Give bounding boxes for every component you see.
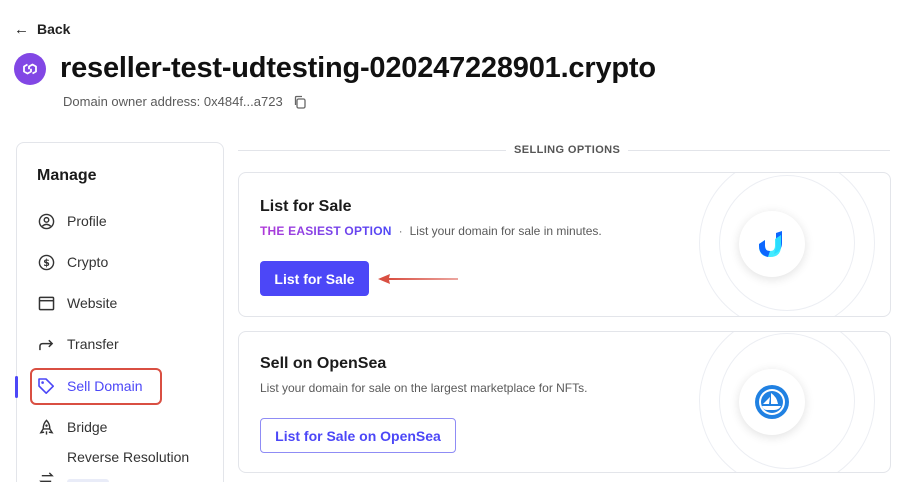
back-label: Back	[37, 21, 71, 37]
user-circle-icon	[37, 212, 55, 230]
opensea-description: List your domain for sale on the largest…	[260, 381, 588, 395]
sidebar-item-profile[interactable]: Profile	[37, 207, 107, 235]
sidebar-item-label: Crypto	[67, 254, 109, 270]
list-on-opensea-button[interactable]: List for Sale on OpenSea	[260, 418, 456, 453]
sidebar-item-reverse-resolution[interactable]: Reverse Resolution	[37, 449, 189, 482]
copy-icon[interactable]	[293, 95, 307, 109]
annotation-arrow-icon	[378, 274, 458, 284]
opensea-title: Sell on OpenSea	[260, 355, 387, 372]
sidebar-item-label: Website	[67, 295, 118, 311]
sidebar-item-transfer[interactable]: Transfer	[37, 330, 119, 358]
sidebar-item-label: Transfer	[67, 336, 119, 352]
list-for-sale-title: List for Sale	[260, 198, 352, 215]
list-for-sale-card: List for Sale THE EASIEST OPTION · List …	[238, 172, 891, 317]
owner-address-row: Domain owner address: 0x484f...a723	[63, 94, 307, 109]
arrow-left-icon: ←	[14, 20, 29, 38]
browser-window-icon	[37, 294, 55, 312]
opensea-card: Sell on OpenSea List your domain for sal…	[238, 331, 891, 473]
dollar-circle-icon: $	[37, 253, 55, 271]
selling-options-label: SELLING OPTIONS	[506, 144, 629, 156]
svg-text:$: $	[43, 258, 50, 269]
active-indicator	[15, 376, 18, 398]
sidebar-heading: Manage	[37, 167, 97, 184]
owner-address-label: Domain owner address: 0x484f...a723	[63, 94, 283, 109]
easiest-option-tag: THE EASIEST OPTION	[260, 224, 392, 238]
arrow-share-icon	[37, 335, 55, 353]
sidebar-item-bridge[interactable]: Bridge	[37, 413, 107, 441]
page-title: reseller-test-udtesting-020247228901.cry…	[60, 52, 656, 84]
sidebar-item-label: Profile	[67, 213, 107, 229]
unstoppable-domains-logo-icon	[739, 211, 805, 277]
list-for-sale-button[interactable]: List for Sale	[260, 261, 369, 296]
manage-sidebar: Manage Profile $ Crypto Website Transfer…	[15, 142, 224, 482]
sidebar-item-website[interactable]: Website	[37, 289, 117, 317]
polygon-icon	[14, 52, 46, 85]
sell-domain-highlight	[30, 368, 162, 405]
opensea-logo-icon	[739, 369, 805, 435]
sidebar-item-label: Reverse Resolution	[67, 449, 190, 465]
rocket-icon	[37, 418, 55, 436]
page-header: reseller-test-udtesting-020247228901.cry…	[14, 52, 656, 85]
sidebar-item-label: Bridge	[67, 419, 108, 435]
list-for-sale-subtitle: THE EASIEST OPTION · List your domain fo…	[260, 224, 602, 238]
sidebar-item-crypto[interactable]: $ Crypto	[37, 248, 108, 276]
list-for-sale-description: List your domain for sale in minutes.	[409, 224, 602, 238]
separator-dot: ·	[398, 224, 403, 238]
back-link[interactable]: ← Back	[14, 19, 70, 39]
swap-arrows-icon	[37, 469, 55, 482]
